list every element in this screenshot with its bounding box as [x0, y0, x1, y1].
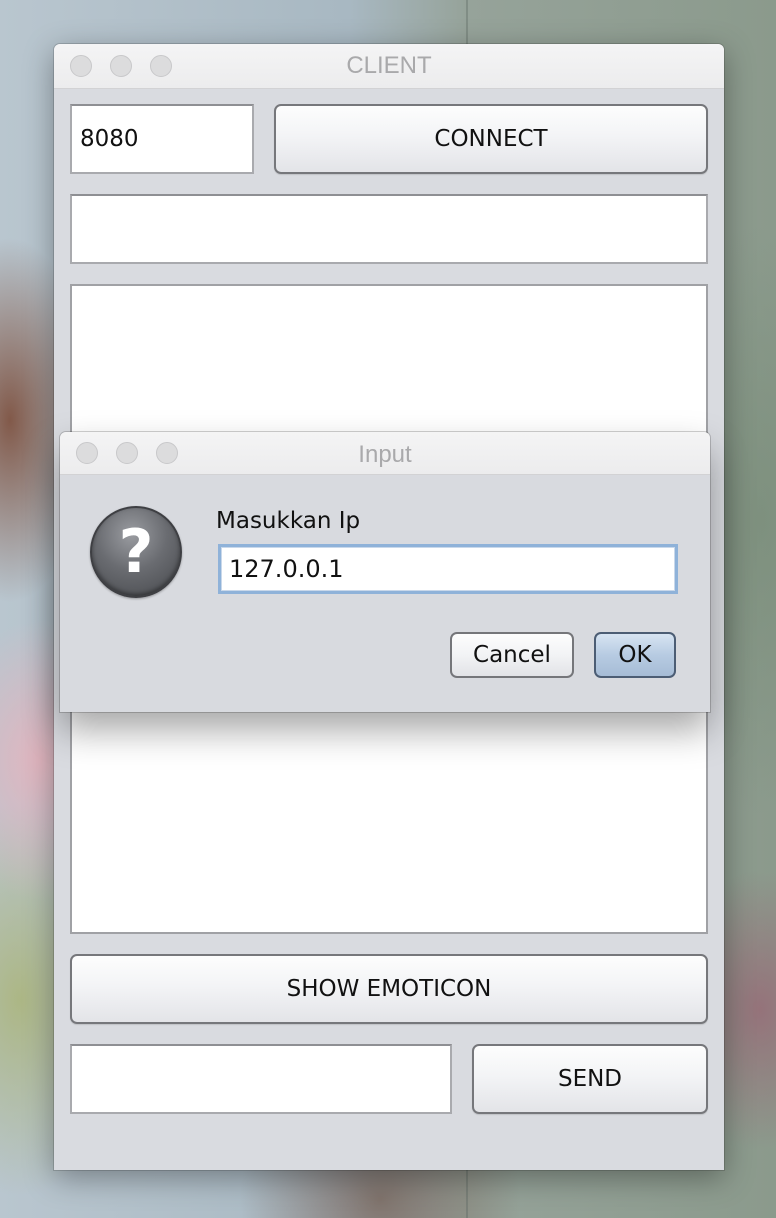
port-input[interactable]: 8080 — [70, 104, 254, 174]
dialog-titlebar[interactable]: Input — [60, 432, 710, 475]
dialog-title: Input — [358, 441, 412, 468]
message-input[interactable] — [70, 1044, 452, 1114]
send-button[interactable]: SEND — [472, 1044, 708, 1114]
question-icon: ? — [90, 506, 182, 598]
connect-button[interactable]: CONNECT — [274, 104, 708, 174]
ip-prompt-label: Masukkan Ip — [216, 508, 361, 534]
show-emoticon-button[interactable]: SHOW EMOTICON — [70, 954, 708, 1024]
window-titlebar[interactable]: CLIENT — [54, 44, 724, 89]
cancel-button[interactable]: Cancel — [450, 632, 574, 678]
ip-input[interactable]: 127.0.0.1 — [218, 544, 678, 594]
host-input[interactable] — [70, 194, 708, 264]
window-title: CLIENT — [346, 52, 432, 79]
input-dialog: Input ? Masukkan Ip 127.0.0.1 Cancel OK — [60, 432, 710, 712]
ok-button[interactable]: OK — [594, 632, 676, 678]
